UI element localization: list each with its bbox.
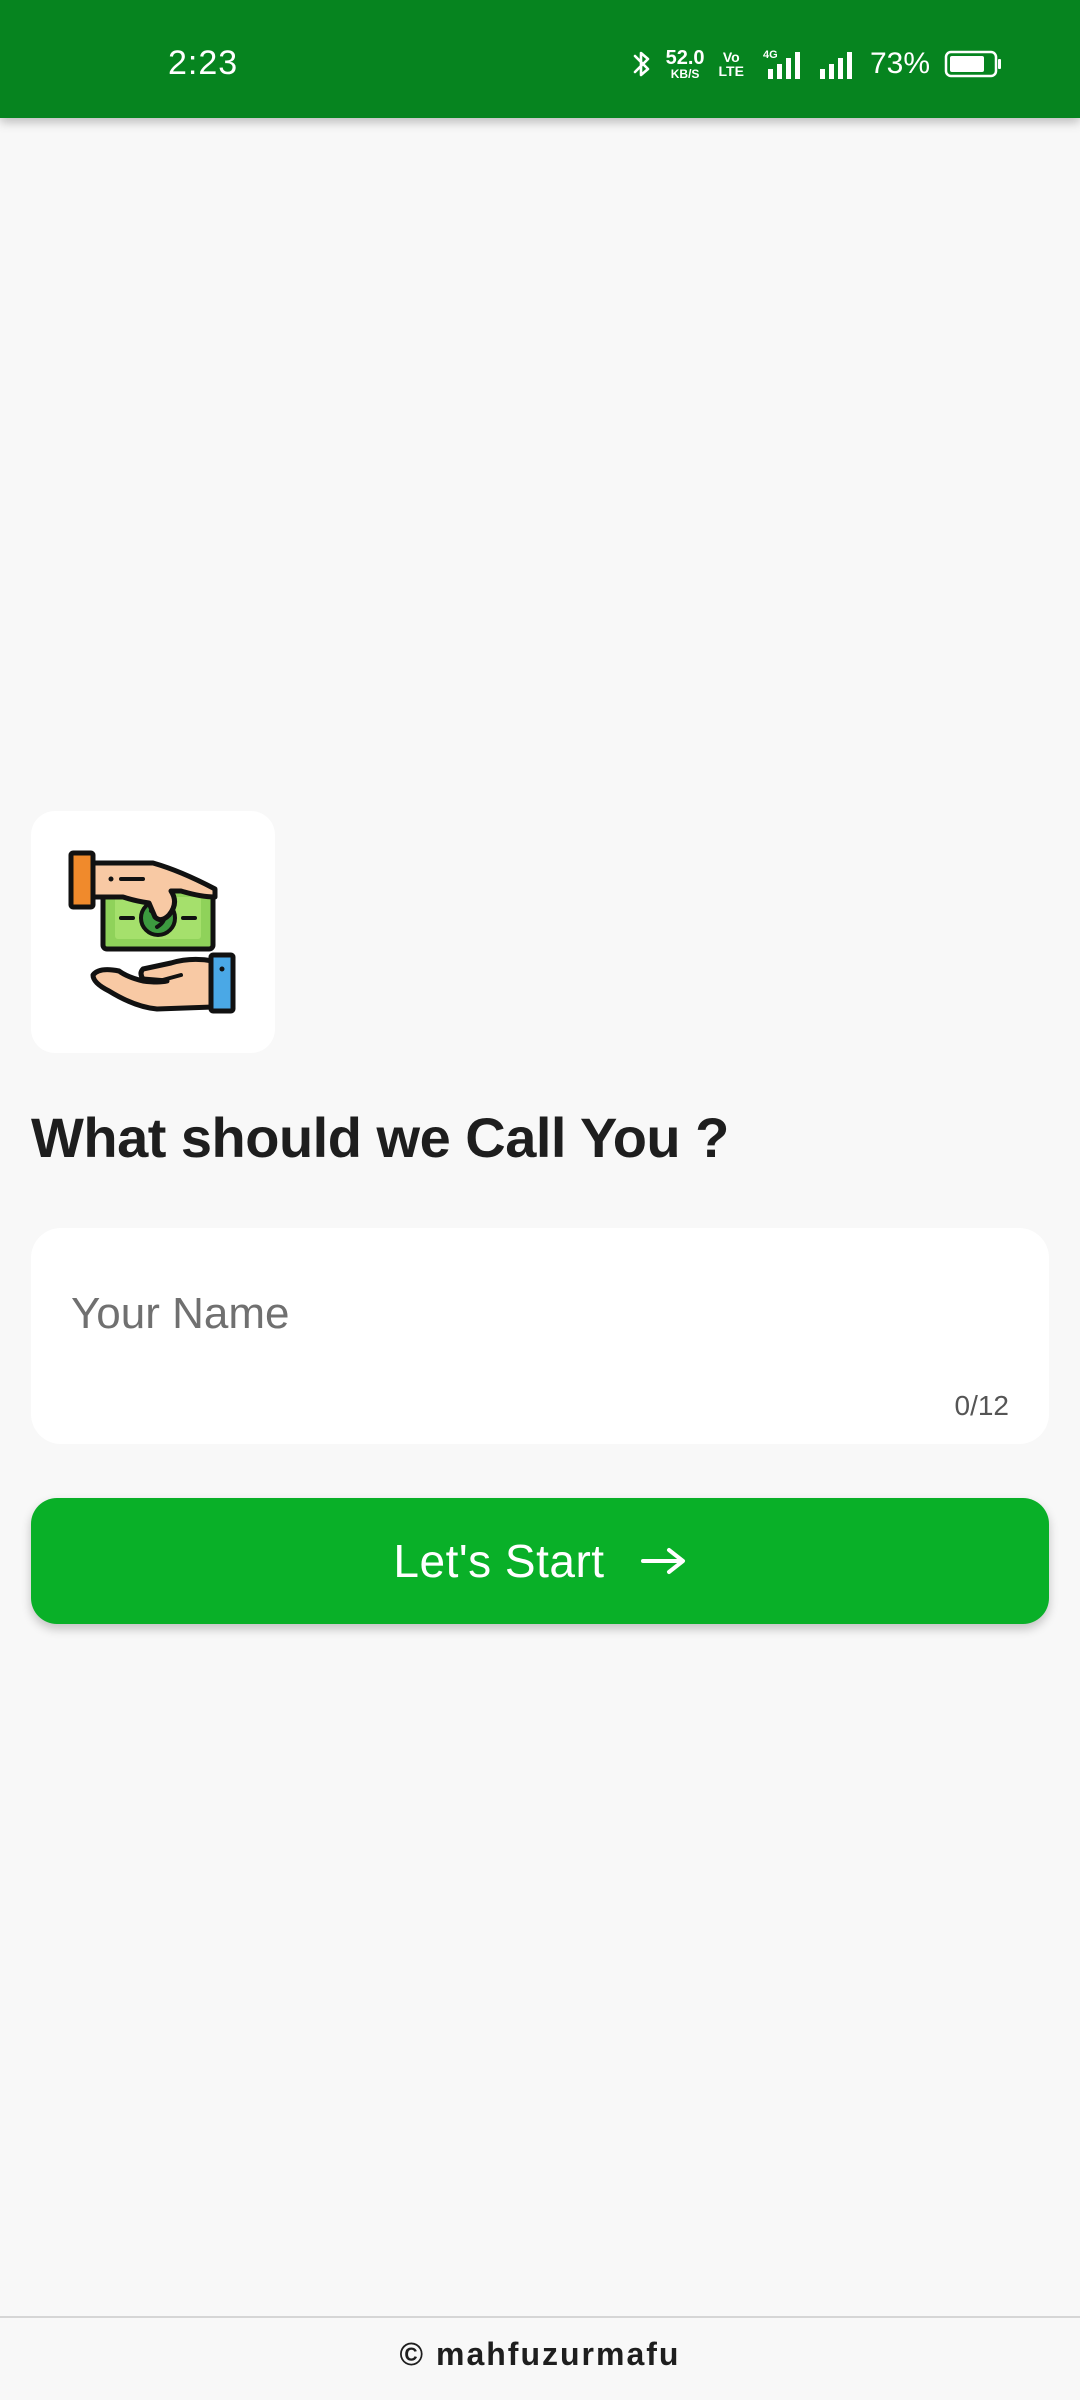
- name-field-card[interactable]: 0/12: [31, 1228, 1049, 1444]
- app-screen: 2:23 52.0 KB/S Vo LTE 4G 73% What should…: [0, 0, 1080, 2400]
- network-speed: 52.0 KB/S: [666, 48, 705, 80]
- status-bar: 2:23 52.0 KB/S Vo LTE 4G 73%: [0, 0, 1080, 118]
- arrow-right-icon: [640, 1546, 687, 1576]
- status-icons: 52.0 KB/S Vo LTE 4G 73%: [632, 44, 1002, 84]
- illustration-card: [31, 811, 275, 1053]
- lets-start-label: Let's Start: [393, 1535, 605, 1587]
- volte-top: Vo: [722, 49, 740, 65]
- signal-icon: [818, 47, 856, 81]
- footer-divider: [0, 2316, 1080, 2318]
- lets-start-button[interactable]: Let's Start: [31, 1498, 1049, 1624]
- battery-percent: 73%: [869, 47, 930, 80]
- character-counter: 0/12: [954, 1390, 1010, 1421]
- network-speed-unit: KB/S: [670, 67, 700, 81]
- footer-credit: © mahfuzurmafu: [399, 2336, 681, 2372]
- network-speed-value: 52.0: [665, 47, 705, 69]
- name-input[interactable]: [71, 1284, 971, 1344]
- page-title: What should we Call You ?: [31, 1106, 729, 1169]
- volte-indicator: Vo LTE: [719, 50, 744, 78]
- signal-4g-icon: 4G: [758, 47, 804, 81]
- bluetooth-icon: [632, 47, 652, 81]
- status-time: 2:23: [168, 44, 239, 82]
- battery-icon: [944, 49, 1002, 79]
- network-type-label: 4G: [763, 49, 778, 61]
- volte-bottom: LTE: [718, 63, 744, 79]
